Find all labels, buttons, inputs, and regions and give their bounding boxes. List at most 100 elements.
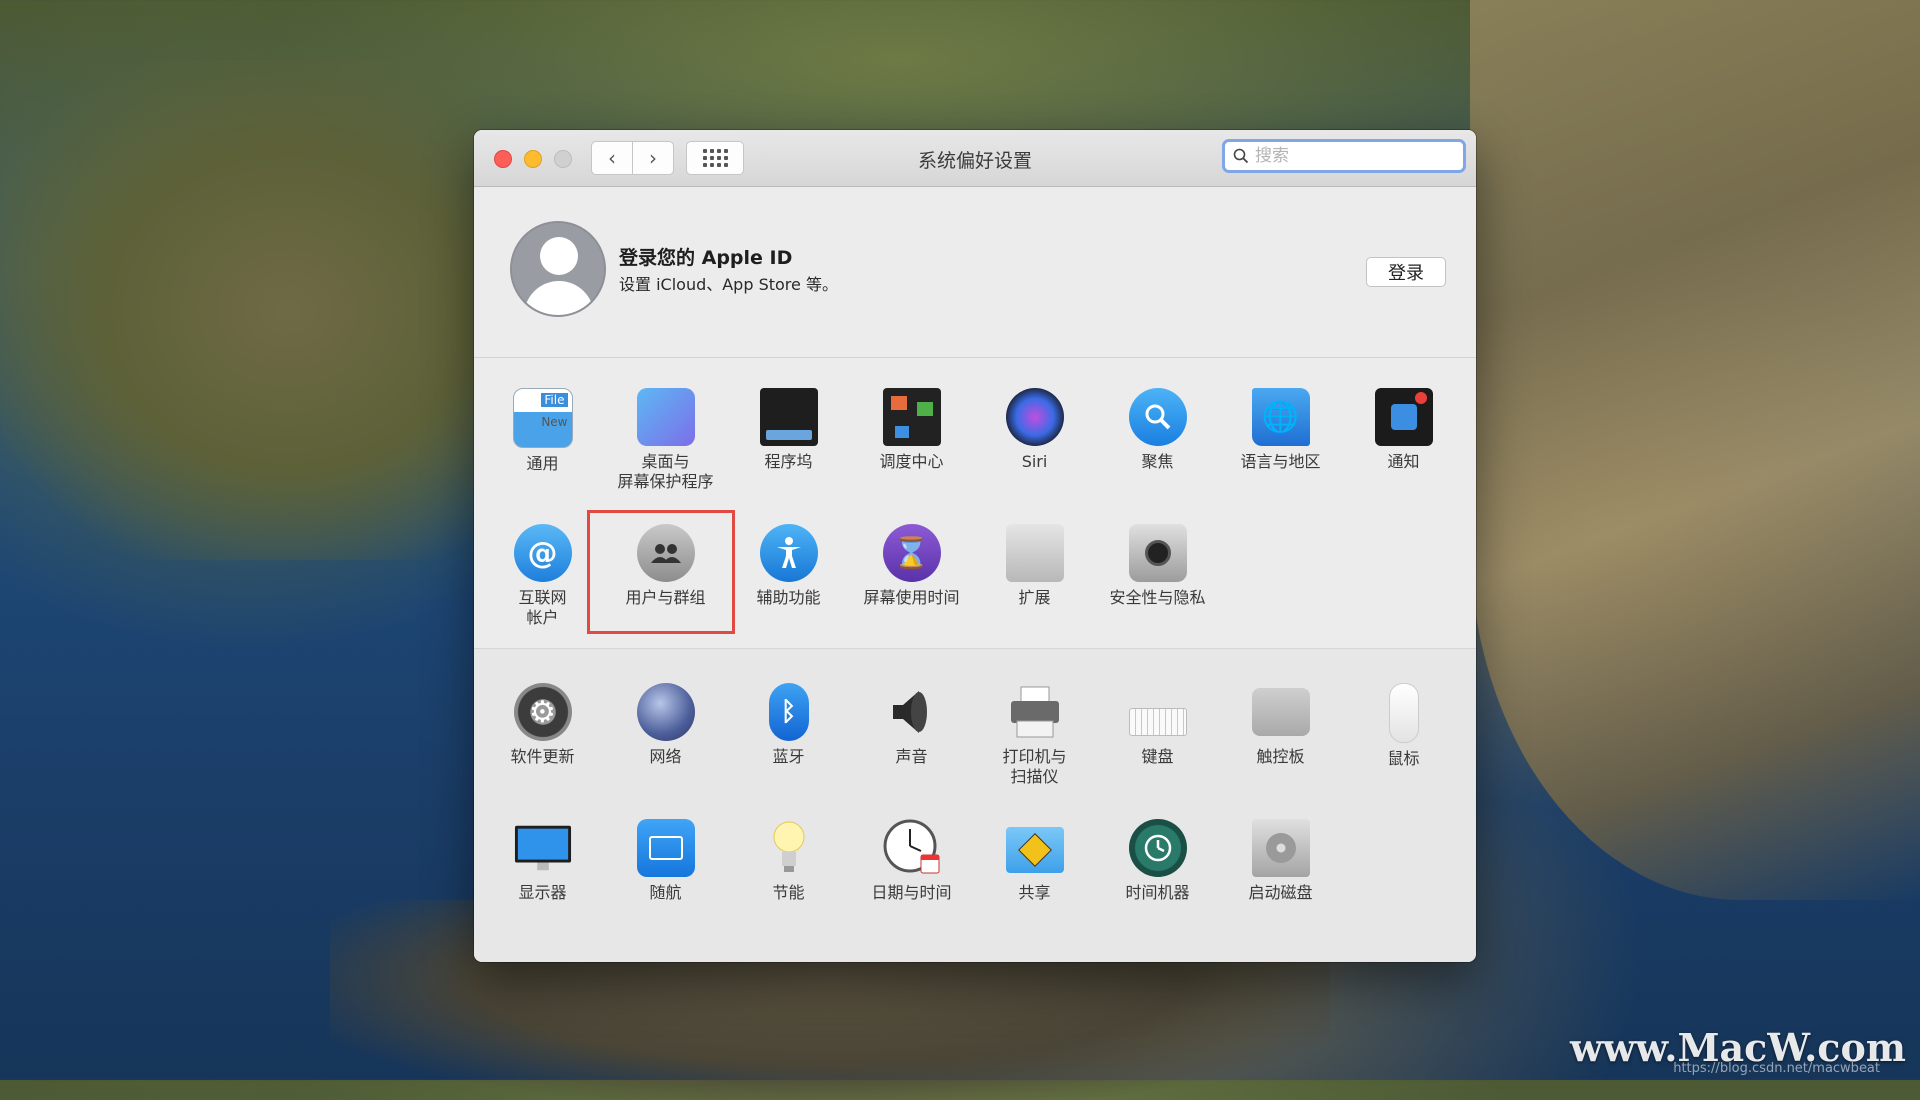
network-icon — [636, 683, 695, 741]
pane-screen-time[interactable]: ⌛ 屏幕使用时间 — [850, 524, 973, 608]
pane-startup-disk[interactable]: 启动磁盘 — [1219, 819, 1342, 903]
mouse-icon — [1388, 683, 1419, 743]
pane-label: 软件更新 — [510, 747, 575, 766]
pane-mouse[interactable]: 鼠标 — [1342, 683, 1465, 769]
pane-time-machine[interactable]: 时间机器 — [1096, 819, 1219, 903]
login-button[interactable]: 登录 — [1366, 257, 1446, 287]
pane-accessibility[interactable]: 辅助功能 — [727, 524, 850, 608]
avatar[interactable] — [510, 221, 606, 317]
pane-label: 调度中心 — [879, 452, 944, 471]
title-bar: ‹ › 系统偏好设置 — [474, 130, 1476, 187]
pane-label: 键盘 — [1141, 747, 1174, 766]
mission-control-icon — [882, 388, 941, 446]
search-input[interactable] — [1253, 145, 1457, 167]
selection-highlight — [587, 510, 735, 634]
pane-label: 程序坞 — [764, 452, 813, 471]
pane-sidecar[interactable]: 随航 — [604, 819, 727, 903]
pane-siri[interactable]: Siri — [973, 388, 1096, 472]
pane-label: 显示器 — [518, 883, 567, 902]
pane-printers-scanners[interactable]: 打印机与 扫描仪 — [973, 683, 1096, 787]
security-icon — [1128, 524, 1187, 582]
pane-label: 聚焦 — [1141, 452, 1174, 471]
pane-notifications[interactable]: 通知 — [1342, 388, 1465, 472]
watermark-url: https://blog.csdn.net/macwbeat — [1673, 1061, 1880, 1076]
desktop-icon — [636, 388, 695, 446]
pane-dock[interactable]: 程序坞 — [727, 388, 850, 472]
pane-energy-saver[interactable]: 节能 — [727, 819, 850, 903]
language-flag-icon: 🌐 — [1251, 388, 1310, 446]
pane-sharing[interactable]: 共享 — [973, 819, 1096, 903]
spotlight-icon — [1128, 388, 1187, 446]
pane-general[interactable]: File New 通用 — [481, 388, 604, 474]
pane-label: 时间机器 — [1125, 883, 1190, 902]
search-field[interactable] — [1222, 139, 1466, 173]
pane-spotlight[interactable]: 聚焦 — [1096, 388, 1219, 472]
pane-label: 声音 — [895, 747, 928, 766]
sharing-icon — [1005, 827, 1064, 873]
extensions-icon — [1005, 524, 1064, 582]
sound-icon — [883, 683, 941, 741]
pane-label: 节能 — [772, 883, 805, 902]
pane-label: 随航 — [649, 883, 682, 902]
pane-date-time[interactable]: 日期与时间 — [850, 819, 973, 903]
siri-icon — [1005, 388, 1064, 446]
system-preferences-window: ‹ › 系统偏好设置 登录您的 Apple ID 设置 iCloud、App S… — [474, 130, 1476, 962]
pane-label: 通用 — [526, 454, 559, 473]
dock-icon — [759, 388, 818, 446]
pane-displays[interactable]: 显示器 — [481, 819, 604, 903]
pane-label: 日期与时间 — [871, 883, 952, 902]
energy-saver-icon — [760, 819, 818, 877]
pane-sound[interactable]: 声音 — [850, 683, 973, 767]
pane-label: 屏幕使用时间 — [863, 588, 960, 607]
accessibility-icon — [759, 524, 818, 582]
pane-network[interactable]: 网络 — [604, 683, 727, 767]
internet-accounts-icon: @ — [513, 524, 572, 582]
date-time-icon — [883, 819, 941, 877]
trackpad-icon — [1251, 688, 1310, 736]
apple-id-section: 登录您的 Apple ID 设置 iCloud、App Store 等。 登录 — [474, 187, 1476, 358]
pane-bluetooth[interactable]: ᛒ 蓝牙 — [727, 683, 850, 767]
printer-icon — [1006, 683, 1064, 741]
hardware-prefs-section: ⚙ 软件更新 网络 ᛒ 蓝牙 声音 打印机与 扫描仪 键盘 触控板 鼠标 显示器… — [474, 649, 1476, 962]
keyboard-icon — [1128, 683, 1187, 741]
pane-label: 网络 — [649, 747, 682, 766]
personal-prefs-section: File New 通用 桌面与 屏幕保护程序 程序坞 调度中心 Siri 聚焦 … — [474, 358, 1476, 649]
pane-language-region[interactable]: 🌐 语言与地区 — [1219, 388, 1342, 472]
apple-id-title: 登录您的 Apple ID — [619, 247, 793, 269]
pane-label: 语言与地区 — [1240, 452, 1321, 471]
pane-label: 辅助功能 — [756, 588, 821, 607]
pane-keyboard[interactable]: 键盘 — [1096, 683, 1219, 767]
general-icon: File New — [512, 388, 573, 448]
software-update-icon: ⚙ — [513, 683, 572, 741]
background-right-cliff — [1470, 0, 1920, 900]
pane-label: Siri — [1021, 452, 1048, 471]
pane-label: 桌面与 屏幕保护程序 — [617, 452, 714, 491]
screen-time-icon: ⌛ — [882, 524, 941, 582]
search-icon — [1233, 148, 1249, 164]
notifications-icon — [1374, 388, 1433, 446]
pane-label: 蓝牙 — [772, 747, 805, 766]
pane-software-update[interactable]: ⚙ 软件更新 — [481, 683, 604, 767]
startup-disk-icon — [1251, 819, 1310, 877]
pane-desktop-screensaver[interactable]: 桌面与 屏幕保护程序 — [604, 388, 727, 492]
pane-trackpad[interactable]: 触控板 — [1219, 683, 1342, 767]
pane-label: 打印机与 扫描仪 — [1002, 747, 1067, 786]
pane-internet-accounts[interactable]: @ 互联网 帐户 — [481, 524, 604, 628]
pane-label: 共享 — [1018, 883, 1051, 902]
background-left-cliff — [0, 60, 480, 560]
pane-mission-control[interactable]: 调度中心 — [850, 388, 973, 472]
pane-extensions[interactable]: 扩展 — [973, 524, 1096, 608]
apple-id-subtitle: 设置 iCloud、App Store 等。 — [619, 275, 838, 294]
bluetooth-icon: ᛒ — [768, 683, 809, 741]
pane-label: 扩展 — [1018, 588, 1051, 607]
pane-label: 安全性与隐私 — [1109, 588, 1206, 607]
pane-label: 启动磁盘 — [1248, 883, 1313, 902]
pane-label: 通知 — [1387, 452, 1420, 471]
pane-security-privacy[interactable]: 安全性与隐私 — [1096, 524, 1219, 608]
pane-label: 触控板 — [1256, 747, 1305, 766]
sidecar-icon — [636, 819, 695, 877]
time-machine-icon — [1128, 819, 1187, 877]
pane-label: 互联网 帐户 — [518, 588, 567, 627]
display-icon — [514, 819, 572, 877]
pane-label: 鼠标 — [1387, 749, 1420, 768]
